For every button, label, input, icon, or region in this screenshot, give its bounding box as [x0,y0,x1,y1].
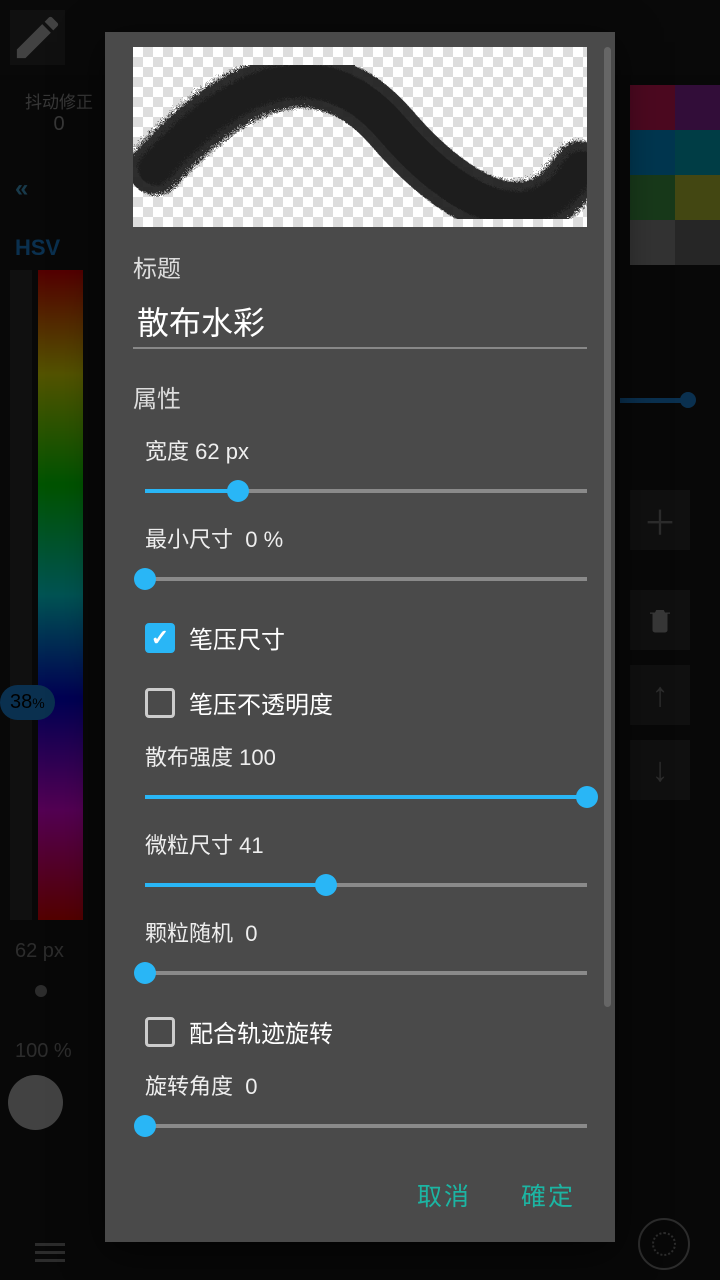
dialog-actions: 取消 確定 [105,1147,615,1242]
brush-stroke-preview [133,47,587,227]
checkbox-icon [145,1017,175,1047]
check-follow-rotation[interactable]: 配合轨迹旋转 [145,1014,587,1049]
scrollbar[interactable] [604,47,611,1007]
check-pressure-size[interactable]: 笔压尺寸 [145,620,587,655]
brush-title-input[interactable] [133,292,587,349]
check-pressure-opacity[interactable]: 笔压不透明度 [145,685,587,720]
prop-rotate-angle: 旋转角度 0 [145,1069,587,1137]
slider-min-size[interactable] [145,568,587,590]
prop-grain-random: 颗粒随机 0 [145,916,587,984]
ok-button[interactable]: 確定 [521,1177,575,1213]
prop-width: 宽度 62 px [145,434,587,502]
checkbox-icon [145,688,175,718]
title-section-label: 标题 [133,249,587,284]
slider-rotate-angle[interactable] [145,1115,587,1137]
prop-particle: 微粒尺寸 41 [145,828,587,896]
cancel-button[interactable]: 取消 [417,1177,471,1213]
slider-scatter[interactable] [145,786,587,808]
slider-grain-random[interactable] [145,962,587,984]
slider-width[interactable] [145,480,587,502]
checkbox-icon [145,623,175,653]
modal-overlay: 标题 属性 宽度 62 px 最小尺寸 0 % [0,0,720,1280]
prop-scatter: 散布强度 100 [145,740,587,808]
brush-settings-dialog: 标题 属性 宽度 62 px 最小尺寸 0 % [105,32,615,1242]
slider-particle[interactable] [145,874,587,896]
prop-min-size: 最小尺寸 0 % [145,522,587,590]
dialog-scroll[interactable]: 标题 属性 宽度 62 px 最小尺寸 0 % [105,32,615,1147]
attributes-section-label: 属性 [133,379,587,414]
